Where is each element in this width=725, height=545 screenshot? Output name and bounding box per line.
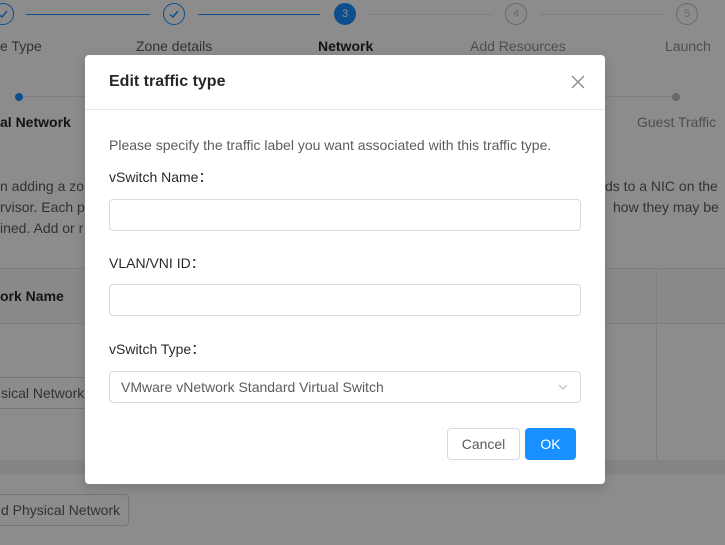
vlan-label: VLAN/VNI ID： xyxy=(109,255,205,271)
close-button[interactable] xyxy=(563,67,593,97)
cancel-button[interactable]: Cancel xyxy=(447,428,520,460)
vswitch-type-select[interactable]: VMware vNetwork Standard Virtual Switch xyxy=(109,371,581,403)
close-icon xyxy=(571,75,585,89)
chevron-down-icon xyxy=(558,384,568,390)
vswitch-type-label: vSwitch Type： xyxy=(109,341,206,357)
vswitch-name-label: vSwitch Name： xyxy=(109,169,213,185)
vswitch-type-value: VMware vNetwork Standard Virtual Switch xyxy=(121,379,384,395)
ok-button[interactable]: OK xyxy=(525,428,576,460)
modal-header: Edit traffic type xyxy=(85,55,605,110)
modal-title: Edit traffic type xyxy=(109,73,226,90)
vswitch-name-input[interactable] xyxy=(109,199,581,231)
modal-hint: Please specify the traffic label you wan… xyxy=(109,137,552,153)
edit-traffic-type-dialog: Edit traffic type Please specify the tra… xyxy=(85,55,605,484)
vlan-input[interactable] xyxy=(109,284,581,316)
